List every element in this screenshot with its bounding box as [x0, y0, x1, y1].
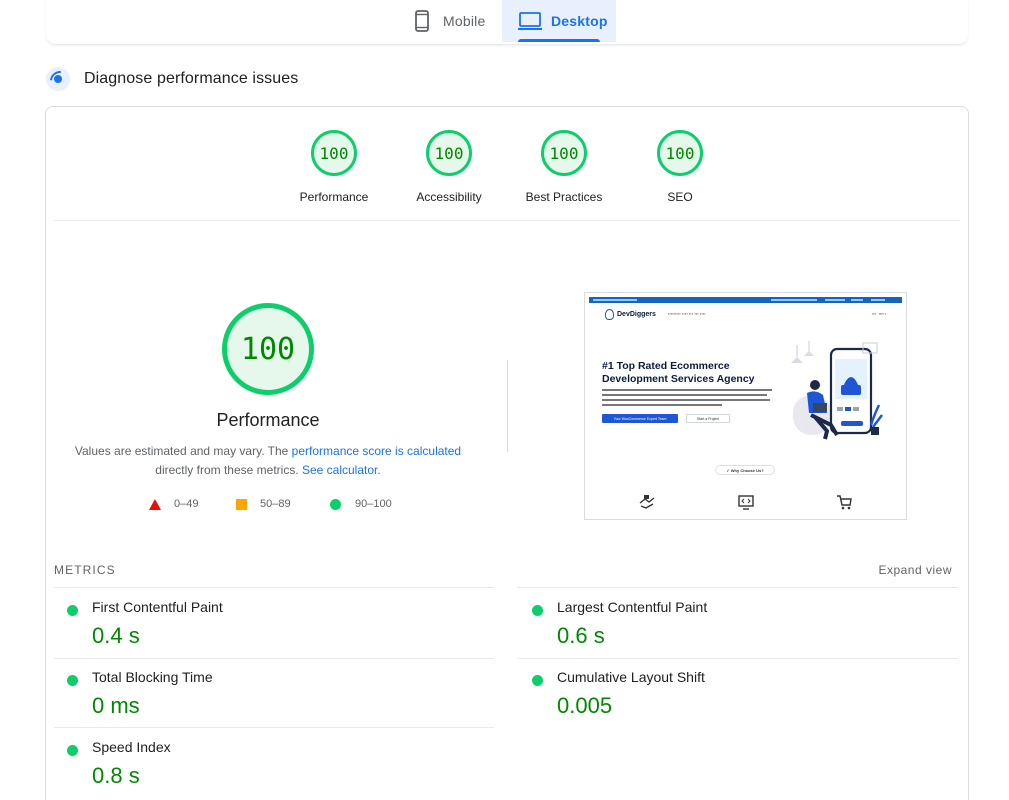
- thumb-topbar: [589, 297, 902, 303]
- tab-mobile-label: Mobile: [443, 13, 486, 29]
- see-calculator-link[interactable]: See calculator.: [302, 463, 381, 477]
- gauge-label: SEO: [667, 190, 693, 204]
- diagnose-header: Diagnose performance issues: [46, 66, 298, 92]
- tab-desktop[interactable]: Desktop: [502, 0, 616, 42]
- legend-fail: 0–49: [149, 498, 198, 510]
- desktop-icon: [517, 10, 543, 32]
- gauge-best-practices[interactable]: 100 Best Practices: [504, 130, 624, 204]
- diagnose-title: Diagnose performance issues: [84, 70, 299, 87]
- gauge-score: 100: [657, 130, 703, 176]
- thumb-nav-links: ▪▪▪▪▪▪▪▪▪ ▪▪▪▪ ▪▪▪ ▪▪▪ ▪▪▪▪: [667, 312, 706, 316]
- performance-note: Values are estimated and may vary. The p…: [60, 442, 476, 480]
- thumb-secondary-button: Start a Project: [686, 414, 730, 423]
- metric-divider: [517, 658, 958, 659]
- pass-circle-icon: [330, 498, 341, 510]
- monitor-code-icon: [738, 495, 754, 510]
- legend-label: 0–49: [174, 498, 199, 510]
- tab-desktop-label: Desktop: [551, 13, 608, 29]
- metric-cls: Cumulative Layout Shift 0.005: [519, 669, 939, 733]
- gauge-label: Best Practices: [525, 190, 603, 204]
- legend-pass: 90–100: [330, 498, 392, 510]
- metric-divider: [54, 658, 494, 659]
- legend-label: 50–89: [260, 498, 291, 510]
- note-text: Values are estimated and may vary. The: [74, 444, 292, 458]
- metric-name: Largest Contentful Paint: [557, 599, 708, 615]
- tab-mobile[interactable]: Mobile: [409, 0, 499, 42]
- metric-value: 0.8 s: [92, 763, 140, 788]
- metric-divider: [54, 587, 494, 588]
- score-calculated-link[interactable]: performance score is calculated: [292, 444, 461, 458]
- performance-label: Performance: [216, 410, 320, 430]
- gauge-score: 100: [426, 130, 472, 176]
- metric-tbt: Total Blocking Time 0 ms: [54, 669, 474, 733]
- metric-value: 0.005: [557, 693, 613, 718]
- handshake-icon: [639, 495, 655, 509]
- gauge-seo[interactable]: 100 SEO: [620, 130, 740, 204]
- gauge-label: Performance: [299, 190, 369, 204]
- gauge-score: 100: [541, 130, 587, 176]
- pass-circle-icon: [67, 675, 78, 686]
- lighthouse-icon: [46, 67, 70, 91]
- metrics-heading: METRICS: [54, 563, 116, 577]
- expand-view-button[interactable]: Expand view: [878, 563, 952, 577]
- metric-lcp: Largest Contentful Paint 0.6 s: [519, 599, 939, 663]
- thumb-nav: DevDiggers ▪▪▪▪▪▪▪▪▪ ▪▪▪▪ ▪▪▪ ▪▪▪ ▪▪▪▪ ▪…: [605, 307, 886, 321]
- legend-average: 50–89: [236, 498, 291, 510]
- thumb-why-choose-us: ✓ Why Choose Us?: [715, 465, 775, 475]
- metric-divider: [517, 587, 958, 588]
- pass-circle-icon: [67, 605, 78, 616]
- fingerprint-icon: [605, 308, 614, 320]
- metric-divider: [54, 727, 494, 728]
- average-square-icon: [236, 498, 247, 510]
- vertical-divider: [507, 360, 508, 452]
- cart-icon: [837, 495, 852, 510]
- divider: [54, 220, 960, 221]
- hero-illustration-icon: [791, 341, 883, 440]
- metric-name: First Contentful Paint: [92, 599, 223, 615]
- final-screenshot[interactable]: DevDiggers ▪▪▪▪▪▪▪▪▪ ▪▪▪▪ ▪▪▪ ▪▪▪ ▪▪▪▪ ▪…: [584, 292, 907, 520]
- metric-speed-index: Speed Index 0.8 s: [54, 739, 474, 800]
- metric-value: 0.6 s: [557, 623, 605, 648]
- gauge-accessibility[interactable]: 100 Accessibility: [389, 130, 509, 204]
- thumb-nav-right: ▪▪▪ ▪▪▪▪ ▪: [872, 312, 886, 316]
- metric-fcp: First Contentful Paint 0.4 s: [54, 599, 474, 663]
- pass-circle-icon: [67, 745, 78, 756]
- thumb-logo: DevDiggers: [605, 308, 656, 320]
- metric-name: Cumulative Layout Shift: [557, 669, 705, 685]
- pass-circle-icon: [532, 605, 543, 616]
- device-tabs: Mobile Desktop: [46, 0, 968, 45]
- gauge-score: 100: [311, 130, 357, 176]
- thumb-headline: #1 Top Rated Ecommerce Development Servi…: [602, 360, 755, 385]
- thumb-primary-button: Your WooCommerce Expert Team: [602, 414, 678, 423]
- thumb-paragraph: [602, 389, 772, 409]
- metric-value: 0.4 s: [92, 623, 140, 648]
- metric-value: 0 ms: [92, 693, 140, 718]
- category-gauges: 100 Performance 100 Accessibility 100 Be…: [0, 130, 1009, 210]
- mobile-icon: [409, 10, 435, 32]
- metric-name: Total Blocking Time: [92, 669, 213, 685]
- thumb-logo-text: DevDiggers: [617, 310, 656, 318]
- legend-label: 90–100: [355, 498, 392, 510]
- gauge-label: Accessibility: [416, 190, 482, 204]
- note-text: directly from these metrics.: [155, 463, 302, 477]
- pass-circle-icon: [532, 675, 543, 686]
- performance-score-gauge: 100: [222, 303, 314, 395]
- gauge-performance[interactable]: 100 Performance: [274, 130, 394, 204]
- fail-triangle-icon: [149, 498, 161, 510]
- metric-name: Speed Index: [92, 739, 171, 755]
